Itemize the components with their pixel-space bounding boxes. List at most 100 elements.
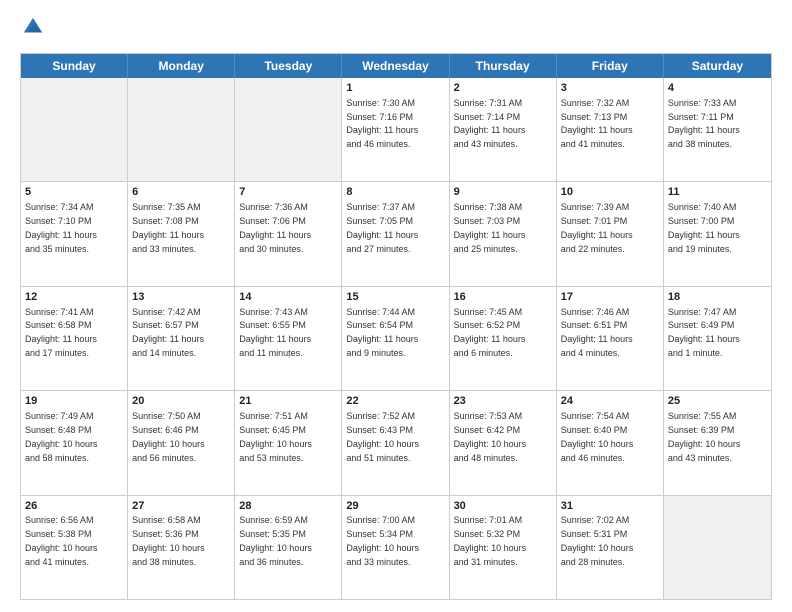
logo-icon (22, 16, 44, 38)
calendar-header: SundayMondayTuesdayWednesdayThursdayFrid… (21, 54, 771, 78)
day-number: 9 (454, 185, 552, 200)
weekday-header-tuesday: Tuesday (235, 54, 342, 78)
day-number: 8 (346, 185, 444, 200)
day-cell-3: 3Sunrise: 7:32 AM Sunset: 7:13 PM Daylig… (557, 78, 664, 181)
day-cell-4: 4 Sunrise: 7:33 AM Sunset: 7:11 PM Daylig… (664, 78, 771, 181)
day-number: 28 (239, 499, 337, 514)
day-info: Sunrise: 7:41 AM Sunset: 6:58 PM Dayligh… (25, 307, 97, 358)
day-number: 30 (454, 499, 552, 514)
day-number: 22 (346, 394, 444, 409)
day-number: 23 (454, 394, 552, 409)
day-number: 25 (668, 394, 767, 409)
day-cell-21: 21 Sunrise: 7:51 AM Sunset: 6:45 PM Dayli… (235, 391, 342, 494)
day-info: Sunrise: 7:44 AM Sunset: 6:54 PM Dayligh… (346, 307, 418, 358)
day-number: 2 (454, 81, 552, 96)
day-info: Sunrise: 7:42 AM Sunset: 6:57 PM Dayligh… (132, 307, 204, 358)
day-cell-6: 6Sunrise: 7:35 AM Sunset: 7:08 PM Daylig… (128, 182, 235, 285)
empty-cell-0-0 (21, 78, 128, 181)
day-info: Sunrise: 7:47 AM Sunset: 6:49 PM Dayligh… (668, 307, 740, 358)
day-cell-27: 27Sunrise: 6:58 AM Sunset: 5:36 PM Dayli… (128, 496, 235, 599)
day-info: Sunrise: 7:00 AM Sunset: 5:34 PM Dayligh… (346, 515, 419, 566)
empty-cell-0-2 (235, 78, 342, 181)
calendar-row-3: 19 Sunrise: 7:49 AM Sunset: 6:48 PM Dayli… (21, 390, 771, 494)
day-number: 19 (25, 394, 123, 409)
calendar-row-4: 26Sunrise: 6:56 AM Sunset: 5:38 PM Dayli… (21, 495, 771, 599)
calendar-row-1: 5 Sunrise: 7:34 AM Sunset: 7:10 PM Daylig… (21, 181, 771, 285)
weekday-header-thursday: Thursday (450, 54, 557, 78)
day-number: 7 (239, 185, 337, 200)
day-cell-22: 22 Sunrise: 7:52 AM Sunset: 6:43 PM Dayli… (342, 391, 449, 494)
day-number: 1 (346, 81, 444, 96)
day-number: 20 (132, 394, 230, 409)
day-info: Sunrise: 7:54 AM Sunset: 6:40 PM Dayligh… (561, 411, 634, 462)
day-info: Sunrise: 7:31 AM Sunset: 7:14 PM Dayligh… (454, 98, 526, 149)
day-number: 10 (561, 185, 659, 200)
day-cell-20: 20 Sunrise: 7:50 AM Sunset: 6:46 PM Dayli… (128, 391, 235, 494)
day-number: 18 (668, 290, 767, 305)
day-info: Sunrise: 6:59 AM Sunset: 5:35 PM Dayligh… (239, 515, 312, 566)
day-cell-28: 28Sunrise: 6:59 AM Sunset: 5:35 PM Dayli… (235, 496, 342, 599)
day-info: Sunrise: 7:40 AM Sunset: 7:00 PM Dayligh… (668, 202, 740, 253)
day-info: Sunrise: 7:37 AM Sunset: 7:05 PM Dayligh… (346, 202, 418, 253)
day-number: 24 (561, 394, 659, 409)
day-info: Sunrise: 7:33 AM Sunset: 7:11 PM Dayligh… (668, 98, 740, 149)
day-number: 14 (239, 290, 337, 305)
day-info: Sunrise: 7:51 AM Sunset: 6:45 PM Dayligh… (239, 411, 312, 462)
day-number: 16 (454, 290, 552, 305)
day-cell-1: 1Sunrise: 7:30 AM Sunset: 7:16 PM Daylig… (342, 78, 449, 181)
calendar-row-0: 1Sunrise: 7:30 AM Sunset: 7:16 PM Daylig… (21, 78, 771, 181)
day-info: Sunrise: 7:34 AM Sunset: 7:10 PM Dayligh… (25, 202, 97, 253)
day-info: Sunrise: 6:56 AM Sunset: 5:38 PM Dayligh… (25, 515, 98, 566)
day-cell-15: 15 Sunrise: 7:44 AM Sunset: 6:54 PM Dayli… (342, 287, 449, 390)
day-cell-2: 2 Sunrise: 7:31 AM Sunset: 7:14 PM Daylig… (450, 78, 557, 181)
weekday-header-monday: Monday (128, 54, 235, 78)
day-info: Sunrise: 7:43 AM Sunset: 6:55 PM Dayligh… (239, 307, 311, 358)
day-info: Sunrise: 7:52 AM Sunset: 6:43 PM Dayligh… (346, 411, 419, 462)
day-info: Sunrise: 7:53 AM Sunset: 6:42 PM Dayligh… (454, 411, 527, 462)
day-number: 27 (132, 499, 230, 514)
day-cell-10: 10 Sunrise: 7:39 AM Sunset: 7:01 PM Dayli… (557, 182, 664, 285)
day-cell-19: 19 Sunrise: 7:49 AM Sunset: 6:48 PM Dayli… (21, 391, 128, 494)
day-number: 11 (668, 185, 767, 200)
day-info: Sunrise: 7:49 AM Sunset: 6:48 PM Dayligh… (25, 411, 98, 462)
day-info: Sunrise: 7:50 AM Sunset: 6:46 PM Dayligh… (132, 411, 205, 462)
day-number: 17 (561, 290, 659, 305)
weekday-header-sunday: Sunday (21, 54, 128, 78)
day-cell-30: 30Sunrise: 7:01 AM Sunset: 5:32 PM Dayli… (450, 496, 557, 599)
weekday-header-saturday: Saturday (664, 54, 771, 78)
calendar: SundayMondayTuesdayWednesdayThursdayFrid… (20, 53, 772, 600)
day-info: Sunrise: 7:45 AM Sunset: 6:52 PM Dayligh… (454, 307, 526, 358)
day-info: Sunrise: 7:35 AM Sunset: 7:08 PM Dayligh… (132, 202, 204, 253)
weekday-header-friday: Friday (557, 54, 664, 78)
calendar-body: 1Sunrise: 7:30 AM Sunset: 7:16 PM Daylig… (21, 78, 771, 599)
day-info: Sunrise: 7:02 AM Sunset: 5:31 PM Dayligh… (561, 515, 634, 566)
day-cell-23: 23 Sunrise: 7:53 AM Sunset: 6:42 PM Dayli… (450, 391, 557, 494)
day-cell-9: 9 Sunrise: 7:38 AM Sunset: 7:03 PM Daylig… (450, 182, 557, 285)
day-cell-8: 8 Sunrise: 7:37 AM Sunset: 7:05 PM Daylig… (342, 182, 449, 285)
day-number: 13 (132, 290, 230, 305)
empty-cell-4-6 (664, 496, 771, 599)
day-cell-17: 17Sunrise: 7:46 AM Sunset: 6:51 PM Dayli… (557, 287, 664, 390)
day-number: 12 (25, 290, 123, 305)
day-cell-26: 26Sunrise: 6:56 AM Sunset: 5:38 PM Dayli… (21, 496, 128, 599)
weekday-header-wednesday: Wednesday (342, 54, 449, 78)
day-number: 5 (25, 185, 123, 200)
day-number: 15 (346, 290, 444, 305)
day-cell-24: 24 Sunrise: 7:54 AM Sunset: 6:40 PM Dayli… (557, 391, 664, 494)
header (20, 16, 772, 43)
logo (20, 16, 46, 43)
day-number: 21 (239, 394, 337, 409)
day-cell-7: 7 Sunrise: 7:36 AM Sunset: 7:06 PM Daylig… (235, 182, 342, 285)
day-info: Sunrise: 7:36 AM Sunset: 7:06 PM Dayligh… (239, 202, 311, 253)
day-cell-18: 18 Sunrise: 7:47 AM Sunset: 6:49 PM Dayli… (664, 287, 771, 390)
day-info: Sunrise: 7:39 AM Sunset: 7:01 PM Dayligh… (561, 202, 633, 253)
day-number: 26 (25, 499, 123, 514)
day-number: 31 (561, 499, 659, 514)
day-cell-31: 31Sunrise: 7:02 AM Sunset: 5:31 PM Dayli… (557, 496, 664, 599)
day-cell-13: 13 Sunrise: 7:42 AM Sunset: 6:57 PM Dayli… (128, 287, 235, 390)
day-number: 4 (668, 81, 767, 96)
calendar-row-2: 12 Sunrise: 7:41 AM Sunset: 6:58 PM Dayli… (21, 286, 771, 390)
day-info: Sunrise: 7:38 AM Sunset: 7:03 PM Dayligh… (454, 202, 526, 253)
day-cell-5: 5 Sunrise: 7:34 AM Sunset: 7:10 PM Daylig… (21, 182, 128, 285)
day-number: 3 (561, 81, 659, 96)
